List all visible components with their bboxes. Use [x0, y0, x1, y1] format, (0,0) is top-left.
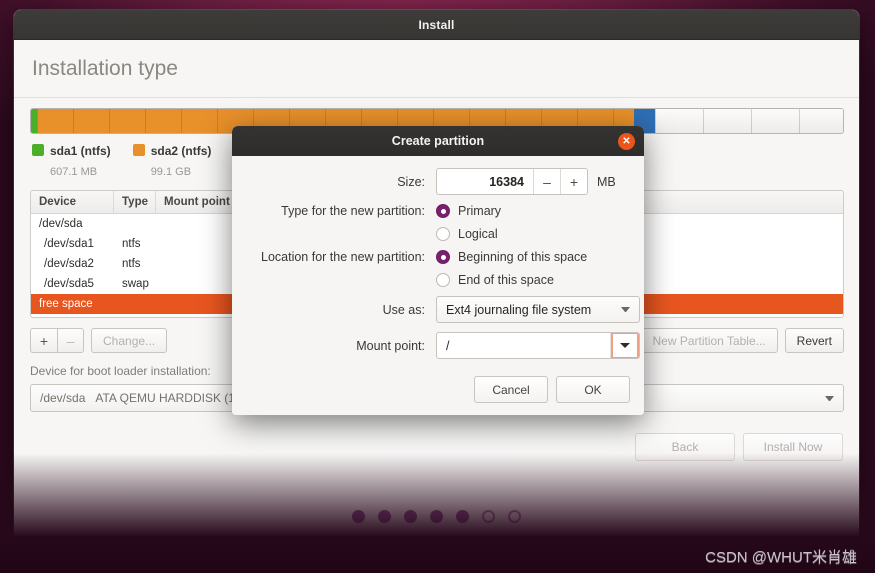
mount-point-dropdown-button[interactable] [610, 333, 639, 358]
partition-location-label: Location for the new partition: [261, 250, 425, 264]
partition-add-remove-group: + – [30, 328, 84, 353]
size-input[interactable]: 16384 [437, 175, 533, 189]
dialog-body: Size: 16384 – + MB Type for the new part… [232, 156, 644, 372]
radio-end-indicator[interactable] [436, 273, 450, 287]
size-increment-button[interactable]: + [560, 169, 587, 194]
legend-item-size: 99.1 GB [150, 166, 192, 178]
cell-type: ntfs [122, 258, 141, 270]
mount-point-combo[interactable]: / [436, 332, 640, 359]
chevron-down-icon [825, 395, 834, 401]
legend-item: sda2 (ntfs) 99.1 GB [132, 141, 212, 181]
cell-device: /dev/sda1 [44, 238, 94, 250]
radio-logical-indicator[interactable] [436, 227, 450, 241]
partition-location-row: Location for the new partition: Beginnin… [246, 250, 630, 264]
progress-dot [456, 510, 469, 523]
close-icon[interactable]: ✕ [618, 133, 635, 150]
radio-primary-indicator[interactable] [436, 204, 450, 218]
legend-item-name: sda2 (ntfs) [150, 144, 212, 158]
legend-swatch-icon [132, 144, 145, 156]
progress-dot [508, 510, 521, 523]
progress-dot [352, 510, 365, 523]
cell-device: free space [39, 298, 93, 310]
back-button[interactable]: Back [635, 433, 735, 461]
ok-button[interactable]: OK [556, 376, 630, 403]
wizard-navigation: Back Install Now [635, 433, 843, 461]
create-partition-dialog: Create partition ✕ Size: 16384 – + MB Ty… [232, 126, 644, 415]
radio-primary[interactable]: Primary [436, 204, 501, 218]
legend-swatch-icon [32, 144, 44, 156]
watermark-text: CSDN @WHUT米肖雄 [705, 549, 857, 566]
radio-beginning-of-space[interactable]: Beginning of this space [436, 250, 587, 264]
use-as-select[interactable]: Ext4 journaling file system [436, 296, 640, 323]
radio-end-of-space[interactable]: End of this space [436, 273, 554, 287]
page-header: Installation type [14, 40, 859, 98]
partition-type-row: Type for the new partition: Primary [246, 204, 630, 218]
cell-device: /dev/sda [39, 218, 83, 230]
partition-location-row-end: End of this space [246, 273, 630, 287]
new-partition-table-button[interactable]: New Partition Table... [640, 328, 778, 353]
add-partition-button[interactable]: + [30, 328, 57, 353]
chevron-down-icon [620, 343, 630, 348]
size-stepper[interactable]: 16384 – + [436, 168, 588, 195]
radio-beginning-indicator[interactable] [436, 250, 450, 264]
dialog-titlebar: Create partition ✕ [232, 126, 644, 156]
progress-dot [482, 510, 495, 523]
partition-type-row-logical: Logical [246, 227, 630, 241]
install-now-button[interactable]: Install Now [743, 433, 843, 461]
legend-item: sda1 (ntfs) 607.1 MB [32, 141, 111, 181]
remove-partition-button[interactable]: – [57, 328, 84, 353]
partition-type-label: Type for the new partition: [281, 204, 425, 218]
chevron-down-icon [621, 307, 630, 312]
cell-type [114, 294, 156, 314]
size-label: Size: [397, 174, 425, 189]
usage-segment-free-space [655, 109, 843, 133]
page-title: Installation type [32, 56, 178, 80]
legend-item-name: sda1 (ntfs) [50, 144, 111, 158]
desktop-background: Install Installation type sda1 (ntfs) 60… [0, 0, 875, 573]
use-as-value: Ext4 journaling file system [446, 302, 592, 317]
use-as-row: Use as: Ext4 journaling file system [246, 296, 640, 323]
legend-item-size: 607.1 MB [50, 166, 98, 178]
change-partition-button[interactable]: Change... [91, 328, 168, 353]
progress-dot [430, 510, 443, 523]
cell-type: ntfs [122, 238, 141, 250]
cell-device: /dev/sda2 [44, 258, 94, 270]
wizard-progress-dots [14, 510, 859, 523]
window-titlebar: Install [14, 10, 859, 40]
radio-logical-label: Logical [458, 227, 498, 241]
radio-logical[interactable]: Logical [436, 227, 498, 241]
progress-dot [404, 510, 417, 523]
size-decrement-button[interactable]: – [533, 169, 560, 194]
mount-point-input[interactable]: / [437, 339, 610, 353]
cell-type [114, 214, 156, 234]
revert-button[interactable]: Revert [784, 328, 844, 353]
radio-primary-label: Primary [458, 204, 502, 218]
cell-type: swap [122, 278, 149, 290]
cell-device: /dev/sda5 [44, 278, 94, 290]
dialog-action-bar: Cancel OK [232, 372, 644, 415]
progress-dot [378, 510, 391, 523]
column-header-device[interactable]: Device [31, 191, 114, 214]
cancel-button[interactable]: Cancel [474, 376, 548, 403]
dialog-title: Create partition [391, 134, 485, 148]
mount-point-row: Mount point: / [246, 332, 640, 359]
radio-end-label: End of this space [458, 273, 554, 287]
window-title: Install [418, 17, 455, 32]
size-unit-label: MB [597, 174, 616, 189]
column-header-type[interactable]: Type [114, 191, 156, 214]
size-field-row: Size: 16384 – + MB [246, 168, 630, 195]
use-as-label: Use as: [382, 302, 425, 317]
bootloader-device-value: /dev/sda [40, 391, 86, 405]
mount-point-label: Mount point: [356, 338, 425, 353]
radio-beginning-label: Beginning of this space [458, 250, 588, 264]
